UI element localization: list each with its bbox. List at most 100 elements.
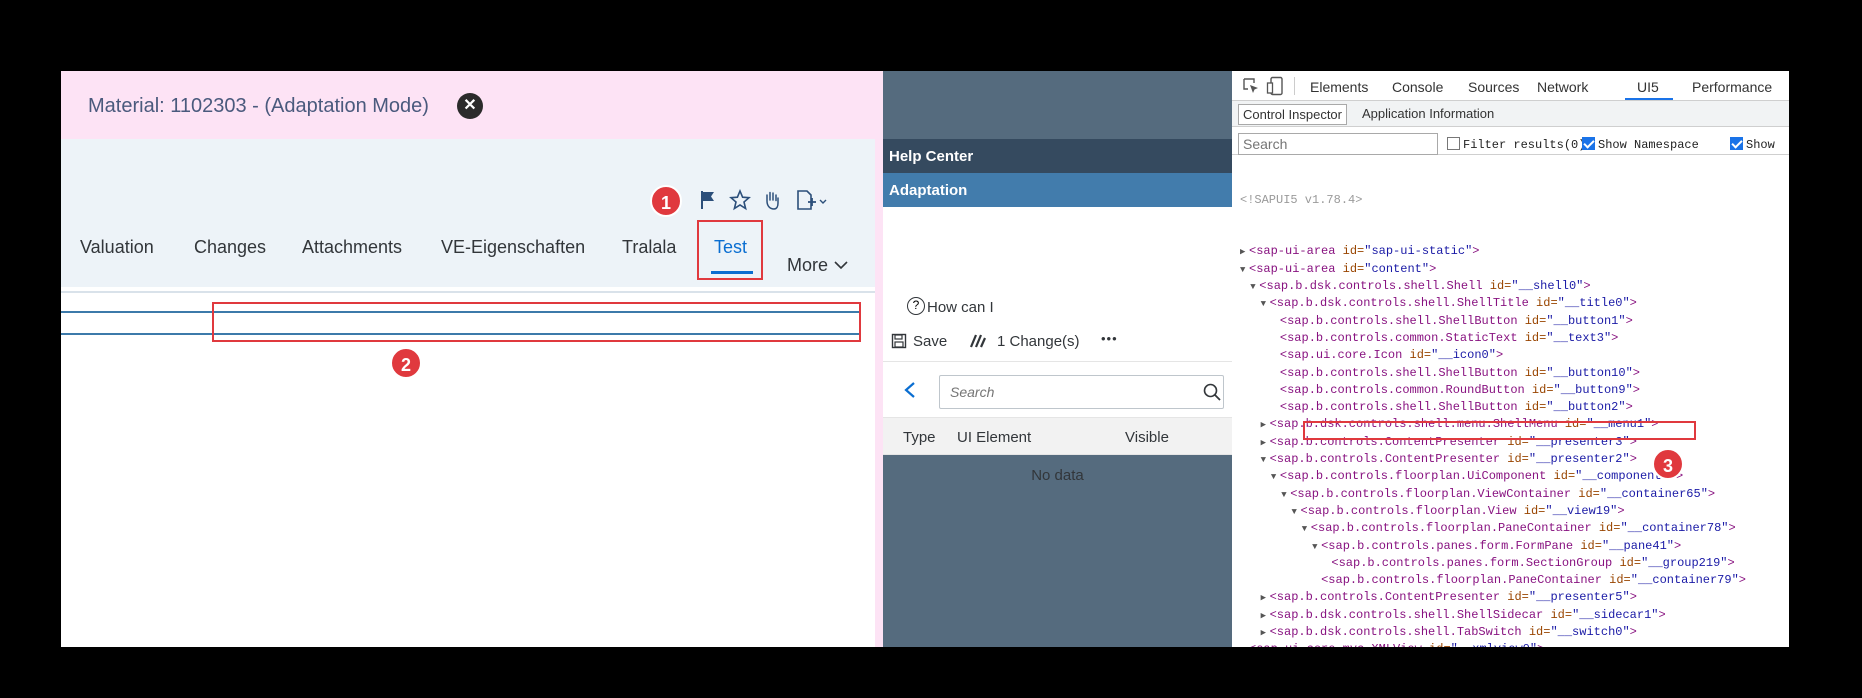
add-document-dropdown-icon[interactable] [795, 189, 829, 211]
devtools-search-input[interactable] [1238, 133, 1438, 155]
tab-performance[interactable]: Performance [1692, 79, 1772, 95]
favorite-star-icon[interactable] [729, 189, 751, 211]
id-attribute: id= [1517, 365, 1547, 380]
tag-bracket: < [1279, 330, 1288, 345]
element-picker-icon[interactable] [1242, 77, 1260, 95]
tab-control-inspector[interactable]: Control Inspector [1238, 104, 1347, 125]
tag-bracket: > [1707, 486, 1716, 501]
id-attribute: id= [1524, 382, 1554, 397]
tree-node[interactable]: ▼ <sap-ui-area id="content"> [1240, 261, 1789, 278]
quote: " [1599, 486, 1608, 501]
tree-node[interactable]: ▼ <sap.b.dsk.controls.shell.Shell id="__s… [1240, 278, 1789, 295]
tree-node[interactable]: <sap.b.controls.shell.ShellButton id="__… [1240, 399, 1789, 416]
annotation-badge-3: 3 [1652, 448, 1684, 480]
id-attribute: id= [1517, 313, 1547, 328]
device-toolbar-icon[interactable] [1266, 76, 1284, 96]
collapse-triangle-icon[interactable]: ▼ [1261, 296, 1270, 313]
tree-node[interactable]: ▼ <sap.b.controls.floorplan.UiComponent i… [1240, 468, 1789, 485]
tree-node[interactable]: <sap.b.controls.common.StaticText id="__… [1240, 330, 1789, 347]
tree-node[interactable]: ▼ <sap.b.controls.floorplan.ViewContainer… [1240, 486, 1789, 503]
close-adaptation-icon[interactable]: ✕ [457, 93, 483, 119]
control-type: sap.b.controls.floorplan.ViewContainer [1297, 486, 1572, 501]
tree-node[interactable]: <sap.b.controls.shell.ShellButton id="__… [1240, 313, 1789, 330]
tree-node[interactable]: ▶ <sap.b.controls.ContentPresenter id="__… [1240, 434, 1789, 451]
show-namespace-checkbox[interactable]: Show Namespace [1582, 137, 1699, 152]
tree-node[interactable]: <sap.b.controls.shell.ShellButton id="__… [1240, 365, 1789, 382]
tree-node[interactable]: <sap.b.controls.floorplan.PaneContainer … [1240, 572, 1789, 589]
save-button[interactable]: Save [913, 333, 947, 350]
tab-changes[interactable]: Changes [194, 237, 266, 258]
expand-triangle-icon[interactable]: ▶ [1240, 244, 1249, 261]
help-search-icon[interactable] [1203, 383, 1221, 401]
tree-node[interactable]: <sap.ui.core.Icon id="__icon0"> [1240, 347, 1789, 364]
tree-node[interactable]: <sap.b.controls.common.RoundButton id="_… [1240, 382, 1789, 399]
tree-node[interactable]: ▶ <sap.b.dsk.controls.shell.ShellSidecar … [1240, 607, 1789, 624]
hand-adapt-icon[interactable] [761, 189, 783, 211]
tab-valuation[interactable]: Valuation [80, 237, 154, 258]
expand-triangle-icon[interactable]: ▶ [1261, 625, 1270, 642]
tree-node[interactable]: ▶ <sap.b.controls.ContentPresenter id="__… [1240, 589, 1789, 606]
expand-triangle-icon[interactable]: ▶ [1240, 642, 1249, 647]
control-id: __menu1 [1593, 417, 1645, 432]
quote: " [1451, 642, 1458, 647]
collapse-triangle-icon[interactable]: ▼ [1261, 452, 1270, 469]
control-id: __button10 [1553, 365, 1626, 380]
overflow-menu-button[interactable]: ••• [1101, 331, 1118, 346]
tab-tralala[interactable]: Tralala [622, 237, 676, 258]
show-checkbox[interactable]: Show [1730, 137, 1775, 152]
how-can-i-link[interactable]: How can I [927, 299, 994, 316]
expand-triangle-icon[interactable]: ▶ [1261, 417, 1270, 434]
tree-node[interactable]: <sap.b.controls.panes.form.SectionGroup … [1240, 555, 1789, 572]
expand-triangle-icon[interactable]: ▶ [1261, 590, 1270, 607]
tree-node[interactable]: ▼ <sap.b.controls.panes.form.FormPane id=… [1240, 538, 1789, 555]
back-chevron-icon[interactable] [903, 381, 917, 399]
column-ui-element: UI Element [957, 429, 1032, 446]
control-id: __button9 [1560, 382, 1626, 397]
tree-node[interactable]: ▼ <sap.b.controls.floorplan.PaneContainer… [1240, 520, 1789, 537]
expand-triangle-icon[interactable]: ▶ [1261, 435, 1270, 452]
collapse-triangle-icon[interactable]: ▼ [1281, 487, 1290, 504]
tab-attachments[interactable]: Attachments [302, 237, 402, 258]
collapse-triangle-icon[interactable]: ▼ [1292, 504, 1301, 521]
tag-bracket: < [1269, 434, 1277, 449]
id-attribute: id= [1521, 625, 1551, 640]
tree-node[interactable]: ▼ <sap.b.controls.floorplan.View id="__vi… [1240, 503, 1789, 520]
filter-results-checkbox[interactable]: Filter results(0) [1447, 137, 1585, 152]
tab-console[interactable]: Console [1392, 79, 1443, 95]
tag-bracket: > [1583, 279, 1591, 294]
control-id: __sidecar1 [1579, 607, 1652, 622]
id-attribute: id= [1612, 555, 1642, 570]
collapse-triangle-icon[interactable]: ▼ [1312, 539, 1321, 556]
tab-sources[interactable]: Sources [1468, 79, 1519, 95]
changes-count[interactable]: 1 Change(s) [997, 333, 1080, 350]
tree-node[interactable]: ▶<sap.ui.core.mvc.XMLView id="__xmlview0… [1240, 641, 1789, 647]
help-center-title: Help Center [883, 139, 1232, 173]
tab-test[interactable]: Test [714, 237, 747, 258]
flag-icon[interactable] [697, 189, 719, 211]
tab-ve-eigenschaften[interactable]: VE-Eigenschaften [441, 237, 585, 258]
adaptation-section-header[interactable]: Adaptation [883, 173, 1232, 207]
tree-node[interactable]: ▼ <sap.b.dsk.controls.shell.ShellTitle id… [1240, 295, 1789, 312]
tab-network[interactable]: Network [1537, 79, 1588, 95]
tab-elements[interactable]: Elements [1310, 79, 1368, 95]
help-search-input[interactable] [939, 375, 1224, 409]
tag-bracket: < [1279, 382, 1288, 397]
expand-triangle-icon[interactable]: ▶ [1261, 608, 1270, 625]
id-attribute: id= [1591, 521, 1621, 536]
quote: " [1530, 642, 1537, 647]
collapse-triangle-icon[interactable]: ▼ [1250, 279, 1259, 296]
tab-application-information[interactable]: Application Information [1358, 104, 1498, 123]
section-group-placeholder[interactable] [61, 311, 861, 335]
tree-node[interactable]: ▼ <sap.b.controls.ContentPresenter id="__… [1240, 451, 1789, 468]
collapse-triangle-icon[interactable]: ▼ [1240, 262, 1249, 279]
tab-ui5[interactable]: UI5 [1637, 79, 1659, 95]
control-type: sap.b.controls.shell.ShellButton [1287, 365, 1518, 380]
collapse-triangle-icon[interactable]: ▼ [1271, 469, 1280, 486]
tree-node[interactable]: ▶ <sap-ui-area id="sap-ui-static"> [1240, 243, 1789, 260]
collapse-triangle-icon[interactable]: ▼ [1302, 521, 1311, 538]
tree-node[interactable]: ▶ <sap.b.dsk.controls.shell.TabSwitch id=… [1240, 624, 1789, 641]
tree-node[interactable]: ▶ <sap.b.dsk.controls.shell.menu.ShellMen… [1240, 416, 1789, 433]
more-tabs-button[interactable]: More [787, 255, 848, 276]
control-type: sap-ui-area [1256, 261, 1336, 276]
tag-bracket: > [1728, 521, 1736, 536]
